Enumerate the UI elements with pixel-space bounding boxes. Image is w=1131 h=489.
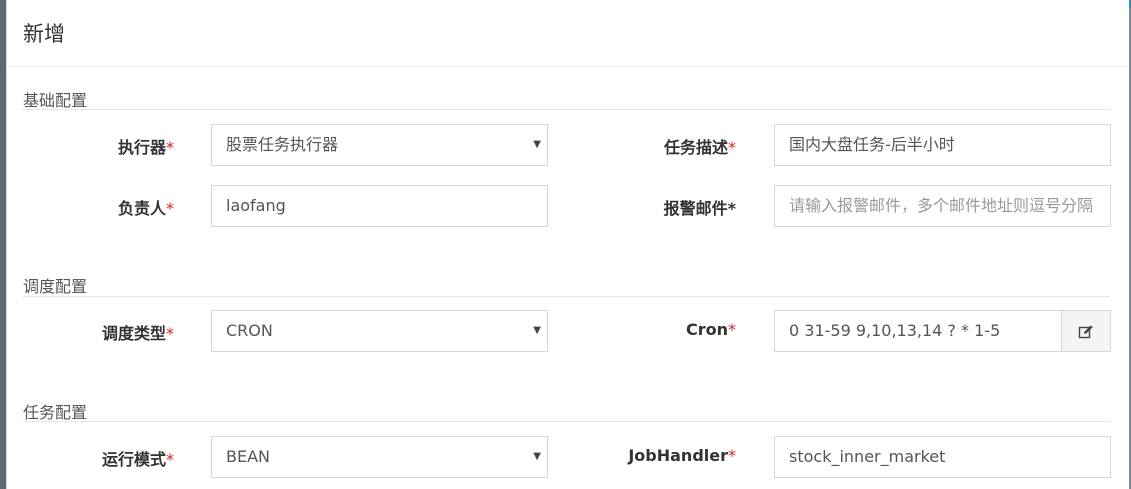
cron-edit-button[interactable] — [1061, 310, 1111, 352]
job-handler-value: stock_inner_market — [789, 447, 946, 466]
caret-down-icon: ▼ — [533, 451, 541, 462]
job-handler-label: JobHandler* — [628, 446, 736, 465]
task-desc-input[interactable]: 国内大盘任务-后半小时 — [774, 124, 1111, 166]
caret-down-icon: ▼ — [533, 325, 541, 336]
cron-input[interactable]: 0 31-59 9,10,13,14 ? * 1-5 — [774, 310, 1062, 352]
owner-value: laofang — [226, 196, 286, 215]
alarm-email-label: 报警邮件* — [663, 199, 736, 218]
executor-label: 执行器* — [117, 138, 174, 157]
run-mode-label: 运行模式* — [101, 450, 174, 469]
alarm-email-input[interactable]: 请输入报警邮件，多个邮件地址则逗号分隔 — [774, 185, 1111, 227]
add-task-modal: 新增 基础配置 执行器* 股票任务执行器 ▼ 任务描述* 国内大盘任务-后半小时… — [6, 0, 1129, 489]
caret-down-icon: ▼ — [533, 139, 541, 150]
section-title-task: 任务配置 — [23, 403, 88, 422]
cron-value: 0 31-59 9,10,13,14 ? * 1-5 — [789, 321, 1001, 340]
section-title-schedule: 调度配置 — [23, 277, 88, 296]
cron-label: Cron* — [685, 320, 736, 339]
alarm-email-placeholder: 请输入报警邮件，多个邮件地址则逗号分隔 — [789, 196, 1094, 215]
task-desc-label: 任务描述* — [663, 138, 736, 157]
owner-label: 负责人* — [117, 199, 174, 218]
owner-input[interactable]: laofang — [211, 185, 548, 227]
run-mode-value: BEAN — [226, 447, 270, 466]
schedule-type-value: CRON — [226, 321, 273, 340]
schedule-type-select[interactable]: CRON ▼ — [211, 310, 548, 352]
run-mode-select[interactable]: BEAN ▼ — [211, 436, 548, 478]
section-divider — [23, 109, 1110, 110]
section-divider — [23, 296, 1110, 297]
job-handler-input[interactable]: stock_inner_market — [774, 436, 1111, 478]
task-desc-value: 国内大盘任务-后半小时 — [789, 135, 955, 154]
executor-value: 股票任务执行器 — [226, 135, 339, 154]
schedule-type-label: 调度类型* — [101, 324, 174, 343]
executor-select[interactable]: 股票任务执行器 ▼ — [211, 124, 548, 166]
edit-icon — [1078, 324, 1093, 338]
section-title-basic: 基础配置 — [23, 91, 88, 110]
modal-header: 新增 — [7, 0, 1129, 67]
modal-title: 新增 — [23, 22, 65, 46]
section-divider — [23, 421, 1110, 422]
